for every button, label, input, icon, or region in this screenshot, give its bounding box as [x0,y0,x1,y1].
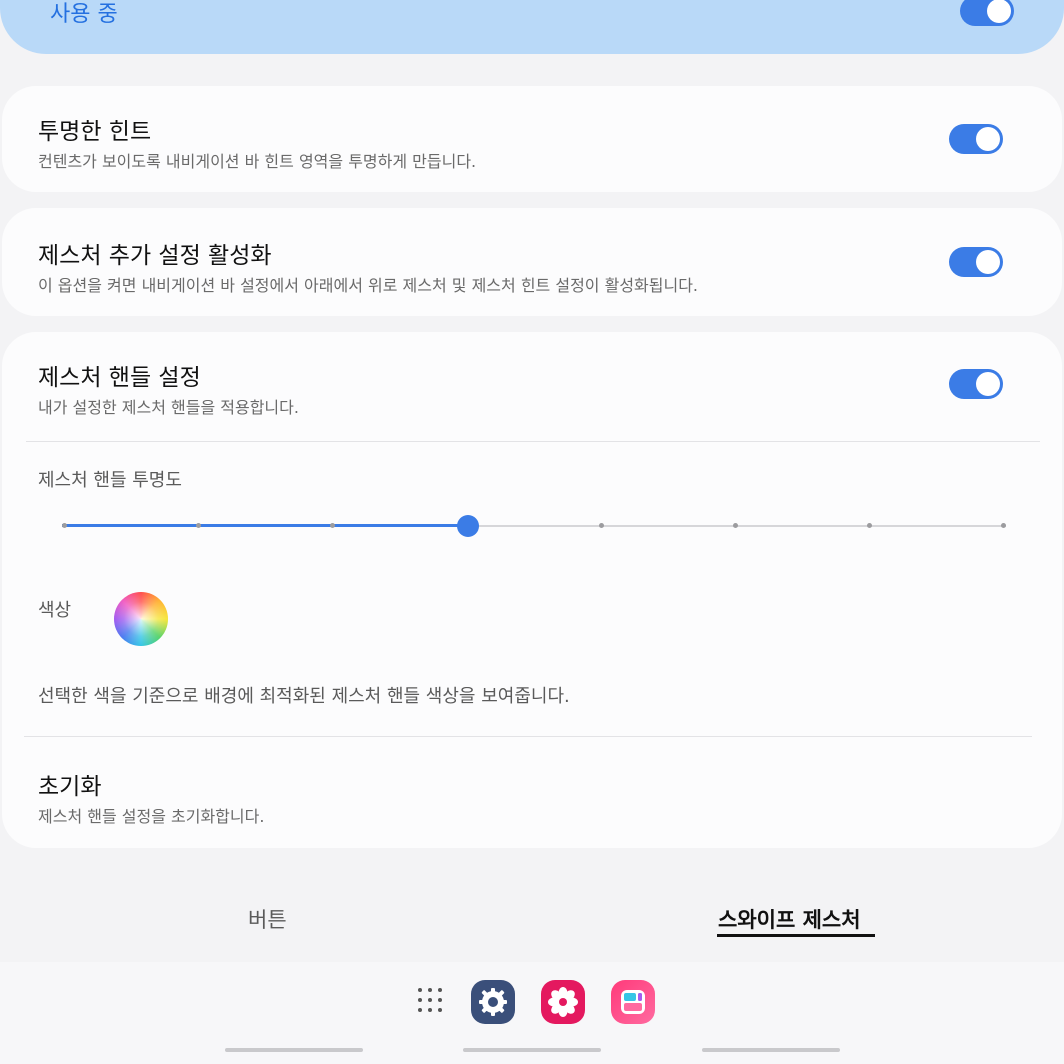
tab-buttons[interactable]: 버튼 [248,904,287,934]
in-use-label: 사용 중 [50,2,118,27]
toggle-knob [976,127,1000,151]
gesture-handle-toggle[interactable] [949,369,1003,399]
slider-step-dot [196,523,201,528]
color-picker-wheel-icon[interactable] [114,592,168,646]
slider-step-dot [1001,523,1006,528]
transparent-hint-description: 컨텐츠가 보이도록 내비게이션 바 힌트 영역을 투명하게 만듭니다. [38,152,477,171]
transparent-hint-card[interactable]: 투명한 힌트 컨텐츠가 보이도록 내비게이션 바 힌트 영역을 투명하게 만듭니… [2,86,1062,192]
taskbar-dock [0,962,1064,1064]
gesture-handle-title: 제스처 핸들 설정 [38,365,201,391]
settings-icon[interactable] [471,980,515,1024]
gesture-handle [225,1048,363,1052]
reset-title: 초기화 [38,774,102,800]
slider-step-dot [733,523,738,528]
extra-gesture-settings-toggle[interactable] [949,247,1003,277]
extra-gesture-settings-description: 이 옵션을 켜면 내비게이션 바 설정에서 아래에서 위로 제스처 및 제스처 … [38,276,699,295]
slider-step-dot [330,523,335,528]
toggle-knob [987,0,1011,23]
extra-gesture-settings-title: 제스처 추가 설정 활성화 [38,243,272,269]
opacity-slider[interactable] [62,515,1006,537]
color-description: 선택한 색을 기준으로 배경에 최적화된 제스처 핸들 색상을 보여줍니다. [38,686,570,707]
toggle-knob [976,372,1000,396]
gesture-handle [463,1048,601,1052]
reset-row[interactable]: 초기화 제스처 핸들 설정을 초기화합니다. [2,737,1062,848]
blossom-icon[interactable] [541,980,585,1024]
transparent-hint-title: 투명한 힌트 [38,119,152,145]
color-label: 색상 [38,600,72,621]
opacity-label: 제스처 핸들 투명도 [38,470,182,491]
slider-step-dot [867,523,872,528]
toggle-knob [976,250,1000,274]
tab-swipe-gestures[interactable]: 스와이프 제스처 [718,904,861,934]
reset-description: 제스처 핸들 설정을 초기화합니다. [38,807,265,826]
app-grid-icon[interactable] [418,988,446,1016]
slider-step-dot [599,523,604,528]
navigation-type-tabs: 버튼 스와이프 제스처 [0,876,1064,960]
widgets-icon[interactable] [611,980,655,1024]
slider-step-dot [62,523,67,528]
in-use-row[interactable]: 사용 중 [0,0,1064,54]
extra-gesture-settings-card[interactable]: 제스처 추가 설정 활성화 이 옵션을 켜면 내비게이션 바 설정에서 아래에서… [2,208,1062,316]
selected-tab-indicator [717,934,875,937]
transparent-hint-toggle[interactable] [949,124,1003,154]
slider-fill [62,524,468,527]
divider [26,441,1040,442]
in-use-toggle[interactable] [960,0,1014,26]
gesture-handle-card: 제스처 핸들 설정 내가 설정한 제스처 핸들을 적용합니다. 제스처 핸들 투… [2,332,1062,848]
gesture-handle [702,1048,840,1052]
gesture-handle-description: 내가 설정한 제스처 핸들을 적용합니다. [38,398,299,417]
slider-thumb[interactable] [457,515,479,537]
